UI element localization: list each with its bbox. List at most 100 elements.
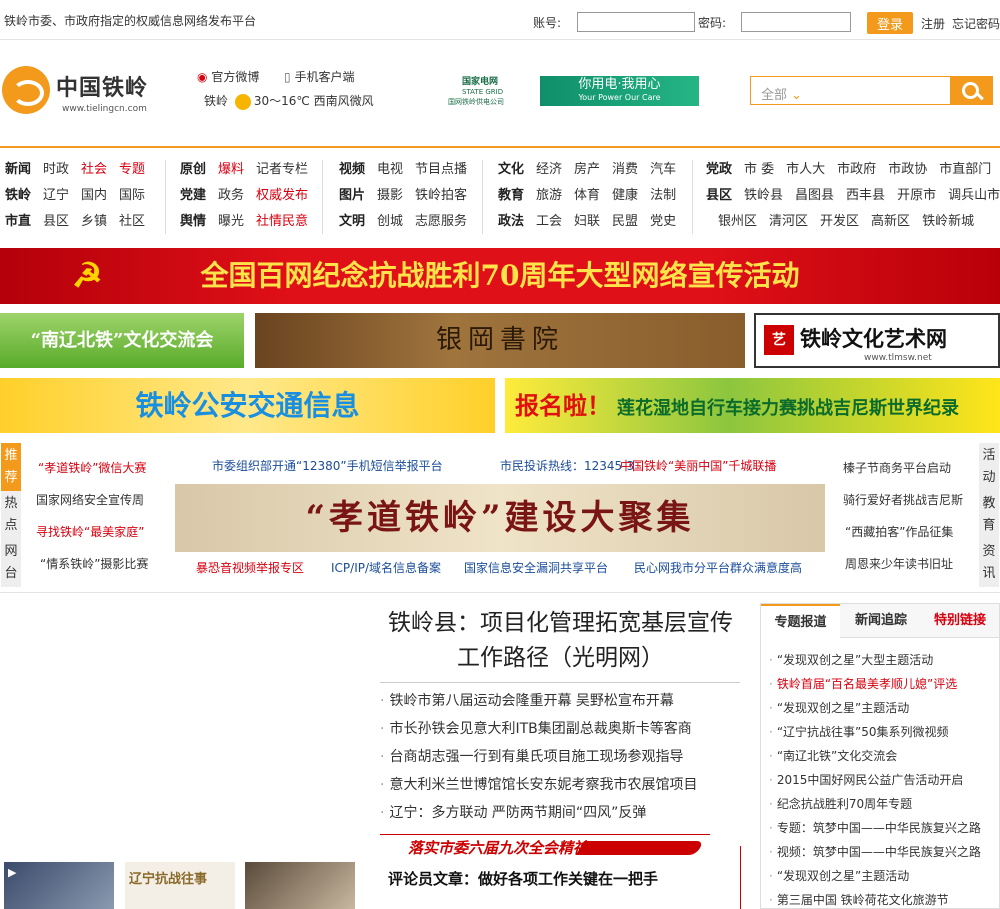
nav-category-label[interactable]: 视频 — [339, 158, 365, 177]
nav-item[interactable]: 昌图县 — [795, 184, 834, 203]
list-item[interactable]: 2015中国好网民公益广告活动开启 — [769, 768, 981, 792]
nav-item[interactable]: 节目点播 — [415, 158, 467, 177]
rec-link[interactable]: 民心网我市分平台群众满意度高 — [634, 559, 802, 576]
login-button[interactable]: 登录 — [867, 12, 913, 34]
nav-item[interactable]: 银州区 — [718, 210, 757, 229]
nav-item[interactable]: 铁岭新城 — [922, 210, 974, 229]
tab-net[interactable]: 网台 — [1, 539, 21, 587]
nanliao-beitie-banner[interactable]: “南辽北铁”文化交流会 — [0, 313, 244, 368]
list-item[interactable]: “发现双创之星”主题活动 — [769, 696, 981, 720]
video-thumbnail[interactable] — [245, 862, 355, 909]
nav-item[interactable]: 爆料 — [218, 158, 244, 177]
nav-item[interactable]: 辽宁 — [43, 184, 69, 203]
rec-link[interactable]: 周恩来少年读书旧址 — [845, 555, 953, 572]
commentary-headline[interactable]: 评论员文章：做好各项工作关键在一把手 — [388, 868, 658, 889]
nav-item[interactable]: 权威发布 — [256, 184, 308, 203]
nav-item[interactable]: 志愿服务 — [415, 210, 467, 229]
filial-piety-banner[interactable]: “孝道铁岭”建设大聚集 — [175, 484, 825, 552]
mobile-client-link[interactable]: ▯ 手机客户端 — [284, 68, 354, 85]
nav-item[interactable]: 市政协 — [888, 158, 927, 177]
tab-special-links[interactable]: 特别链接 — [921, 604, 999, 638]
nav-item[interactable]: 市政府 — [837, 158, 876, 177]
nav-category-label[interactable]: 图片 — [339, 184, 365, 203]
nav-category-label[interactable]: 舆情 — [180, 210, 206, 229]
nav-item[interactable]: 体育 — [574, 184, 600, 203]
nav-category-label[interactable]: 教育 — [498, 184, 524, 203]
nav-item[interactable]: 摄影 — [377, 184, 403, 203]
headline[interactable]: 铁岭县：项目化管理拓宽基层宣传工作路径（光明网） — [378, 606, 743, 676]
weibo-link[interactable]: ◉ 官方微博 — [197, 68, 259, 85]
list-item[interactable]: “发现双创之星”大型主题活动 — [769, 648, 981, 672]
list-item[interactable]: 意大利米兰世博馆馆长安东妮考察我市农展馆项目 — [380, 771, 740, 799]
list-item[interactable]: “辽宁抗战往事”50集系列微视频 — [769, 720, 981, 744]
nav-category-label[interactable]: 新闻 — [5, 158, 31, 177]
police-traffic-banner[interactable]: 铁岭公安交通信息 — [0, 378, 495, 433]
nav-item[interactable]: 妇联 — [574, 210, 600, 229]
plenary-spirit-header[interactable]: 落实市委六届九次全会精神 — [380, 832, 740, 862]
rec-link[interactable]: 国家网络安全宣传周 — [36, 491, 144, 508]
nav-item[interactable]: 开发区 — [820, 210, 859, 229]
nav-item[interactable]: 房产 — [574, 158, 600, 177]
nav-item[interactable]: 社会 — [81, 158, 107, 177]
war-anniversary-banner[interactable]: ☭ 全国百网纪念抗战胜利70周年大型网络宣传活动 — [0, 248, 1000, 304]
nav-item[interactable]: 民盟 — [612, 210, 638, 229]
nav-item[interactable]: 铁岭县 — [744, 184, 783, 203]
nav-item[interactable]: 记者专栏 — [256, 158, 308, 177]
rec-link[interactable]: “西藏拍客”作品征集 — [845, 523, 953, 540]
list-item[interactable]: 纪念抗战胜利70周年专题 — [769, 792, 981, 816]
rec-link[interactable]: 中国铁岭“美丽中国”千城联播 — [620, 457, 776, 474]
list-item[interactable]: 专题：筑梦中国——中华民族复兴之路 — [769, 816, 981, 840]
site-logo[interactable]: 中国铁岭 www.tielingcn.com — [2, 66, 172, 118]
nav-category-label[interactable]: 县区 — [706, 184, 732, 203]
nav-item[interactable]: 电视 — [377, 158, 403, 177]
nav-item[interactable]: 时政 — [43, 158, 69, 177]
list-item[interactable]: 第三届中国 铁岭荷花文化旅游节 — [769, 888, 981, 909]
nav-item[interactable]: 创城 — [377, 210, 403, 229]
nav-item[interactable]: 铁岭拍客 — [415, 184, 467, 203]
yingang-academy-banner[interactable]: 银岡書院 — [255, 313, 745, 368]
list-item[interactable]: 辽宁：多方联动 严防两节期间“四风”反弹 — [380, 799, 740, 827]
password-input[interactable] — [741, 12, 851, 32]
tab-info[interactable]: 资讯 — [979, 539, 999, 587]
list-item[interactable]: 视频：筑梦中国——中华民族复兴之路 — [769, 840, 981, 864]
list-item[interactable]: “发现双创之星”主题活动 — [769, 864, 981, 888]
nav-item[interactable]: 社区 — [119, 210, 145, 229]
nav-item[interactable]: 国内 — [81, 184, 107, 203]
rec-link[interactable]: 市委组织部开通“12380”手机短信举报平台 — [212, 457, 443, 474]
tieling-art-banner[interactable]: 艺 铁岭文化艺术网 www.tlmsw.net — [754, 313, 1000, 368]
state-grid-banner[interactable]: 你用电·我用心 Your Power Our Care — [540, 76, 699, 106]
bike-relay-banner[interactable]: 报名啦！ 莲花湿地自行车接力赛挑战吉尼斯世界纪录 — [505, 378, 1000, 433]
tab-special-reports[interactable]: 专题报道 — [761, 604, 840, 639]
rec-link[interactable]: 市民投诉热线：12345-3 — [500, 457, 634, 474]
nav-item[interactable]: 调兵山市 — [948, 184, 1000, 203]
nav-category-label[interactable]: 党建 — [180, 184, 206, 203]
tab-education[interactable]: 教育 — [979, 491, 999, 539]
register-link[interactable]: 注册 — [921, 15, 945, 32]
state-grid-logo[interactable]: 国家电网 STATE GRID 国网铁岭供电公司 — [448, 76, 540, 106]
nav-item[interactable]: 国际 — [119, 184, 145, 203]
nav-item[interactable]: 旅游 — [536, 184, 562, 203]
nav-item[interactable]: 西丰县 — [846, 184, 885, 203]
nav-item[interactable]: 开原市 — [897, 184, 936, 203]
nav-item[interactable]: 清河区 — [769, 210, 808, 229]
nav-category-label[interactable]: 原创 — [180, 158, 206, 177]
nav-item[interactable]: 乡镇 — [81, 210, 107, 229]
rec-link[interactable]: 暴恐音视频举报专区 — [196, 559, 304, 576]
nav-item[interactable]: 市人大 — [786, 158, 825, 177]
list-item[interactable]: 台商胡志强一行到有巢氏项目施工现场参观指导 — [380, 743, 740, 771]
nav-item[interactable]: 高新区 — [871, 210, 910, 229]
nav-item[interactable]: 经济 — [536, 158, 562, 177]
nav-item[interactable]: 党史 — [650, 210, 676, 229]
rec-link[interactable]: ICP/IP/域名信息备案 — [331, 559, 441, 576]
list-item[interactable]: 铁岭市第八届运动会隆重开幕 吴野松宣布开幕 — [380, 687, 740, 715]
rec-link[interactable]: “孝道铁岭”微信大赛 — [38, 459, 146, 476]
nav-category-label[interactable]: 文化 — [498, 158, 524, 177]
nav-item[interactable]: 消费 — [612, 158, 638, 177]
search-button[interactable] — [950, 76, 993, 105]
tab-news-tracking[interactable]: 新闻追踪 — [841, 604, 921, 638]
nav-category-label[interactable]: 铁岭 — [5, 184, 31, 203]
nav-category-label[interactable]: 文明 — [339, 210, 365, 229]
nav-item[interactable]: 市直部门 — [939, 158, 991, 177]
nav-item[interactable]: 市 委 — [744, 158, 774, 177]
list-item[interactable]: 铁岭首届“百名最美孝顺儿媳”评选 — [769, 672, 981, 696]
